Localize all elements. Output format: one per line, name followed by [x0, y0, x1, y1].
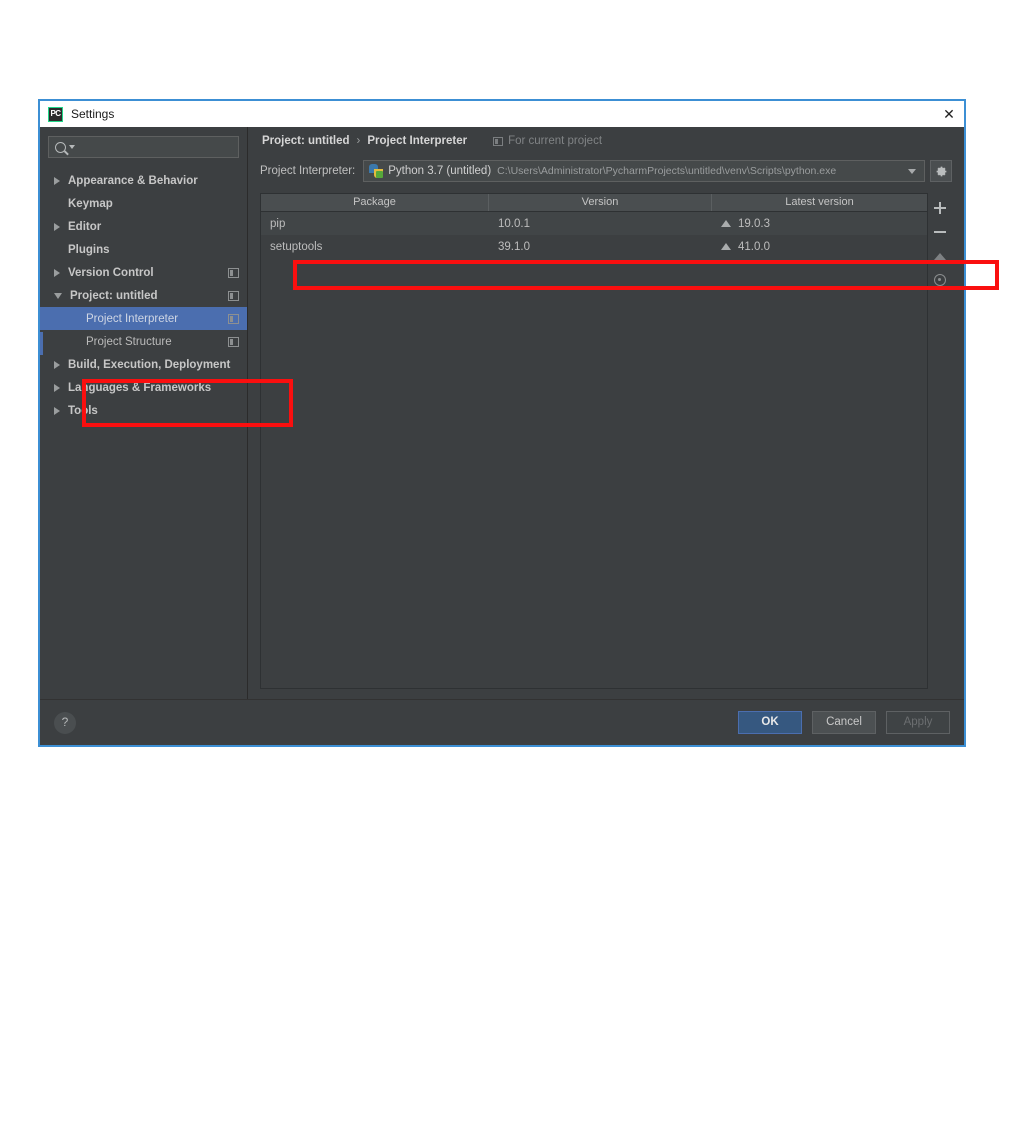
cell-version: 10.0.1: [498, 217, 530, 230]
apply-button[interactable]: Apply: [886, 711, 950, 734]
chevron-right-icon[interactable]: [54, 176, 60, 185]
interpreter-row: Project Interpreter: Python 3.7 (untitle…: [260, 159, 952, 183]
sidebar-item-label: Appearance & Behavior: [68, 174, 198, 187]
sidebar-item-label: Languages & Frameworks: [68, 381, 212, 394]
project-scope-icon: [228, 313, 239, 324]
sidebar-item-version-control[interactable]: Version Control: [40, 261, 247, 284]
sidebar-item-keymap[interactable]: Keymap: [40, 192, 247, 215]
close-icon[interactable]: ✕: [938, 104, 960, 124]
dialog-footer: ? OK Cancel Apply: [40, 699, 964, 745]
sidebar-item-build-execution-deployment[interactable]: Build, Execution, Deployment: [40, 353, 247, 376]
sidebar-item-languages-frameworks[interactable]: Languages & Frameworks: [40, 376, 247, 399]
sidebar-item-plugins[interactable]: Plugins: [40, 238, 247, 261]
sidebar-item-project-structure[interactable]: Project Structure: [40, 330, 247, 353]
packages-section: Package Version Latest version pip 10.0.1…: [260, 193, 952, 689]
project-scope-icon: [493, 136, 504, 146]
chevron-right-icon[interactable]: [54, 383, 60, 392]
breadcrumb: Project: untitled › Project Interpreter …: [248, 127, 964, 155]
ok-button[interactable]: OK: [738, 711, 802, 734]
plus-icon: [934, 202, 946, 214]
cell-latest-version: 41.0.0: [712, 241, 927, 253]
sidebar-item-label: Project Structure: [86, 335, 172, 348]
table-row[interactable]: pip 10.0.1 19.0.3: [261, 212, 927, 235]
minus-icon: [934, 226, 946, 238]
pycharm-logo-icon: PC: [48, 106, 63, 122]
cell-latest-version: 19.0.3: [712, 218, 927, 230]
sidebar-item-project-untitled[interactable]: Project: untitled: [40, 284, 247, 307]
show-early-releases-button[interactable]: [929, 268, 951, 292]
cell-version: 39.1.0: [498, 240, 530, 253]
gear-icon: [936, 166, 946, 176]
main-panel: Project: untitled › Project Interpreter …: [248, 127, 964, 699]
chevron-right-icon[interactable]: [54, 222, 60, 231]
title-bar: PC Settings ✕: [40, 101, 964, 127]
column-header-package[interactable]: Package: [261, 194, 489, 211]
sidebar-item-label: Plugins: [68, 243, 110, 256]
project-scope-icon: [228, 290, 239, 301]
project-scope-icon: [228, 267, 239, 278]
table-row[interactable]: setuptools 39.1.0 41.0.0: [261, 235, 927, 258]
chevron-right-icon[interactable]: [54, 268, 60, 277]
column-header-version[interactable]: Version: [489, 194, 712, 211]
table-body: pip 10.0.1 19.0.3 setuptools 39.1.0 41.0.0: [261, 212, 927, 258]
selection-indicator: [40, 332, 43, 355]
cell-package: setuptools: [270, 240, 323, 253]
sidebar-item-label: Build, Execution, Deployment: [68, 358, 231, 371]
chevron-right-icon[interactable]: [54, 360, 60, 369]
chevron-right-icon[interactable]: [54, 406, 60, 415]
breadcrumb-parent[interactable]: Project: untitled: [262, 135, 350, 147]
sidebar-item-tools[interactable]: Tools: [40, 399, 247, 422]
settings-tree: Appearance & Behavior Keymap Editor Plugins…: [40, 166, 247, 422]
dialog-body: Appearance & Behavior Keymap Editor Plugins…: [40, 127, 964, 699]
packages-toolbar: [928, 193, 952, 689]
project-scope-icon: [228, 336, 239, 347]
breadcrumb-separator: ›: [356, 135, 361, 147]
search-input[interactable]: [48, 136, 239, 158]
interpreter-path: C:\Users\Administrator\PycharmProjects\u…: [497, 165, 837, 177]
uninstall-package-button[interactable]: [929, 220, 951, 244]
packages-table: Package Version Latest version pip 10.0.1…: [260, 193, 928, 689]
sidebar-item-label: Project: untitled: [70, 289, 158, 302]
sidebar-item-label: Editor: [68, 220, 102, 233]
cancel-button[interactable]: Cancel: [812, 711, 876, 734]
table-header-row: Package Version Latest version: [261, 194, 927, 212]
latest-version-text: 41.0.0: [738, 240, 770, 253]
eye-icon: [934, 274, 946, 286]
chevron-down-icon: [69, 145, 75, 149]
up-triangle-icon: [934, 252, 946, 260]
window-title: Settings: [71, 107, 115, 121]
sidebar-item-label: Project Interpreter: [86, 312, 179, 325]
interpreter-settings-button[interactable]: [930, 160, 952, 182]
chevron-down-icon[interactable]: [908, 168, 916, 174]
dialog-actions: OK Cancel Apply: [738, 711, 950, 734]
install-package-button[interactable]: [929, 196, 951, 220]
upgrade-package-button[interactable]: [929, 244, 951, 268]
interpreter-label: Project Interpreter:: [260, 165, 356, 177]
interpreter-name: Python 3.7 (untitled): [388, 165, 492, 177]
sidebar-item-label: Version Control: [68, 266, 154, 279]
settings-sidebar: Appearance & Behavior Keymap Editor Plugins…: [40, 127, 248, 699]
search-icon: [55, 141, 66, 153]
sidebar-item-editor[interactable]: Editor: [40, 215, 247, 238]
column-header-latest-version[interactable]: Latest version: [712, 194, 927, 211]
upgrade-available-icon: [721, 243, 731, 250]
upgrade-available-icon: [721, 220, 731, 227]
sidebar-item-project-interpreter[interactable]: Project Interpreter: [40, 307, 247, 330]
settings-dialog: PC Settings ✕ Appearance & Behavior Keyma…: [38, 99, 999, 747]
help-button[interactable]: ?: [54, 711, 76, 734]
sidebar-item-label: Tools: [68, 404, 98, 417]
interpreter-dropdown[interactable]: Python 3.7 (untitled) C:\Users\Administr…: [363, 160, 925, 182]
scope-indicator: For current project: [493, 135, 602, 147]
breadcrumb-current: Project Interpreter: [367, 135, 468, 147]
sidebar-item-appearance-behavior[interactable]: Appearance & Behavior: [40, 169, 247, 192]
chevron-down-icon[interactable]: [54, 292, 62, 299]
latest-version-text: 19.0.3: [738, 217, 770, 230]
sidebar-item-label: Keymap: [68, 197, 113, 210]
scope-label: For current project: [508, 135, 603, 147]
cell-package: pip: [270, 217, 286, 230]
python-icon: [369, 164, 384, 178]
